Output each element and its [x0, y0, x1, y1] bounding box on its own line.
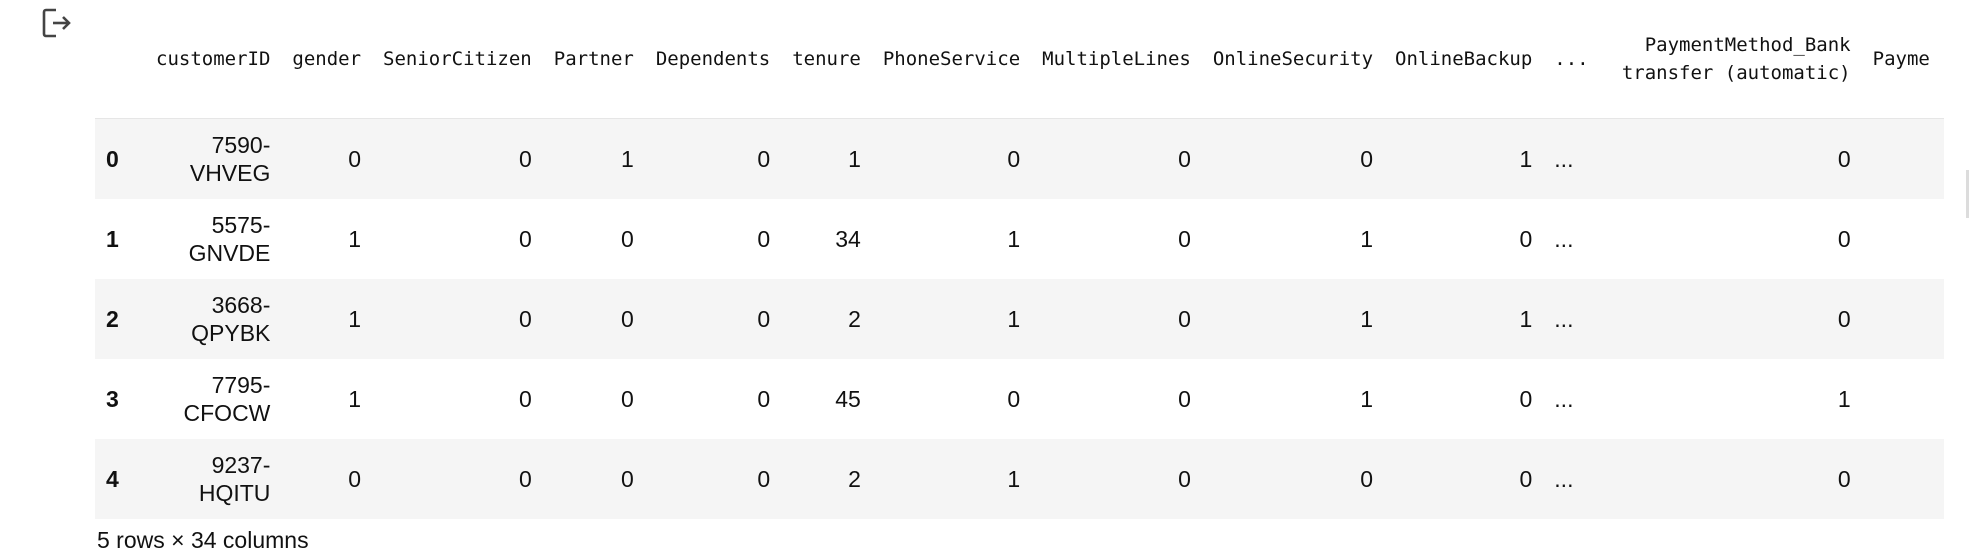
table-cell: 0: [1360, 146, 1374, 172]
table-cell: 0: [1178, 146, 1191, 172]
table-cell: 1: [1519, 146, 1533, 172]
column-header: ...: [1543, 0, 1600, 119]
table-cell: 34: [835, 226, 861, 252]
table-cell: 0: [1360, 466, 1374, 492]
dataframe-table: customerID gender SeniorCitizen Partner Depe…: [95, 0, 1944, 519]
table-cell: 0: [518, 466, 532, 492]
table-cell: 1: [348, 386, 362, 412]
table-row: 2 3668-QPYBK 1 0 0 0 2 1 0 1 1... 0: [95, 279, 1944, 359]
table-cell: 1: [1007, 306, 1021, 332]
table-cell: 0: [757, 306, 771, 332]
table-cell: 1: [348, 306, 362, 332]
table-cell: 1: [1360, 386, 1374, 412]
table-cell: 1: [1007, 226, 1021, 252]
header-row: customerID gender SeniorCitizen Partner Depe…: [95, 0, 1944, 119]
table-cell: 0: [1178, 386, 1191, 412]
table-cell: 0: [1837, 146, 1851, 172]
table-cell: 0: [1007, 146, 1021, 172]
table-cell: 2: [848, 306, 861, 332]
index-header: [95, 0, 145, 119]
table-cell: [1862, 199, 1944, 279]
table-body: 0 7590-VHVEG 0 0 1 0 1 0 0 0 1... 0 1 5575-GNVDE 1 0 0 0 3…: [95, 118, 1944, 519]
horizontal-overflow-indicator: [1966, 170, 1969, 218]
table-cell: 0: [518, 306, 532, 332]
table-cell: 0: [757, 386, 771, 412]
column-header: OnlineSecurity: [1201, 0, 1385, 119]
output-exit-icon[interactable]: [40, 6, 74, 40]
table-cell: 45: [835, 386, 861, 412]
customer-id-cell: 9237-HQITU: [198, 452, 271, 506]
table-row: 0 7590-VHVEG 0 0 1 0 1 0 0 0 1... 0: [95, 118, 1944, 200]
table-cell: 1: [1360, 306, 1374, 332]
table-cell: [1862, 279, 1944, 359]
table-cell: 1: [1007, 466, 1021, 492]
row-index: 4: [106, 466, 119, 492]
table-cell: 0: [757, 466, 771, 492]
customer-id-cell: 5575-GNVDE: [188, 212, 271, 266]
table-cell: 0: [1007, 386, 1021, 412]
table-cell: 0: [621, 466, 634, 492]
table-cell: 0: [1837, 226, 1851, 252]
table-cell: 0: [1837, 306, 1851, 332]
column-header: Payme: [1861, 0, 1944, 119]
table-cell: ...: [1554, 466, 1574, 492]
table-cell: 0: [1178, 306, 1191, 332]
table-cell: 1: [1837, 386, 1851, 412]
table-cell: ...: [1554, 386, 1574, 412]
table-cell: ...: [1554, 226, 1574, 252]
table-cell: 1: [348, 226, 362, 252]
table-row: 4 9237-HQITU 0 0 0 0 2 1 0 0 0... 0: [95, 439, 1944, 519]
table-row: 3 7795-CFOCW 1 0 0 0 45 0 0 1 0... 1: [95, 359, 1944, 439]
table-cell: 0: [518, 146, 532, 172]
table-cell: ...: [1554, 306, 1574, 332]
table-cell: 0: [621, 226, 634, 252]
column-header: Partner: [542, 0, 645, 119]
table-cell: 0: [1178, 466, 1191, 492]
customer-id-cell: 7590-VHVEG: [189, 132, 271, 186]
column-header: tenure: [781, 0, 872, 119]
column-header: customerID: [145, 0, 282, 119]
column-header: OnlineBackup: [1384, 0, 1544, 119]
table-cell: 0: [621, 306, 634, 332]
table-row: 1 5575-GNVDE 1 0 0 0 34 1 0 1 0... 0: [95, 199, 1944, 279]
customer-id-cell: 7795-CFOCW: [183, 372, 271, 426]
table-cell: 0: [518, 226, 532, 252]
table-cell: 1: [848, 146, 861, 172]
column-header: gender: [281, 0, 373, 119]
table-cell: 0: [1519, 226, 1533, 252]
column-header: SeniorCitizen: [372, 0, 543, 119]
table-cell: 0: [621, 386, 634, 412]
table-cell: [1862, 439, 1944, 519]
table-cell: 2: [848, 466, 861, 492]
column-header: PhoneService: [871, 0, 1032, 119]
dataframe-shape-summary: 5 rows × 34 columns: [97, 527, 309, 553]
column-header: PaymentMethod_Bank transfer (automatic): [1599, 0, 1862, 119]
table-cell: 0: [348, 146, 362, 172]
row-index: 3: [106, 386, 119, 412]
table-cell: 0: [348, 466, 362, 492]
table-cell: [1862, 359, 1944, 439]
table-cell: 1: [621, 146, 634, 172]
table-cell: 1: [1360, 226, 1374, 252]
table-cell: ...: [1554, 146, 1574, 172]
table-cell: 0: [1837, 466, 1851, 492]
table-cell: 0: [518, 386, 532, 412]
table-cell: 0: [1519, 386, 1533, 412]
row-index: 0: [106, 146, 119, 172]
row-index: 2: [106, 306, 119, 332]
table-cell: 0: [1519, 466, 1533, 492]
table-cell: 0: [757, 146, 771, 172]
row-index: 1: [106, 226, 119, 252]
table-cell: 1: [1519, 306, 1533, 332]
column-header: Dependents: [644, 0, 782, 119]
table-cell: 0: [1178, 226, 1191, 252]
table-cell: [1862, 119, 1944, 200]
column-header: MultipleLines: [1031, 0, 1202, 119]
customer-id-cell: 3668-QPYBK: [191, 292, 271, 346]
table-cell: 0: [757, 226, 771, 252]
dataframe-container[interactable]: customerID gender SeniorCitizen Partner Depe…: [95, 0, 1970, 522]
cell-output-area: customerID gender SeniorCitizen Partner Depe…: [0, 0, 1970, 560]
